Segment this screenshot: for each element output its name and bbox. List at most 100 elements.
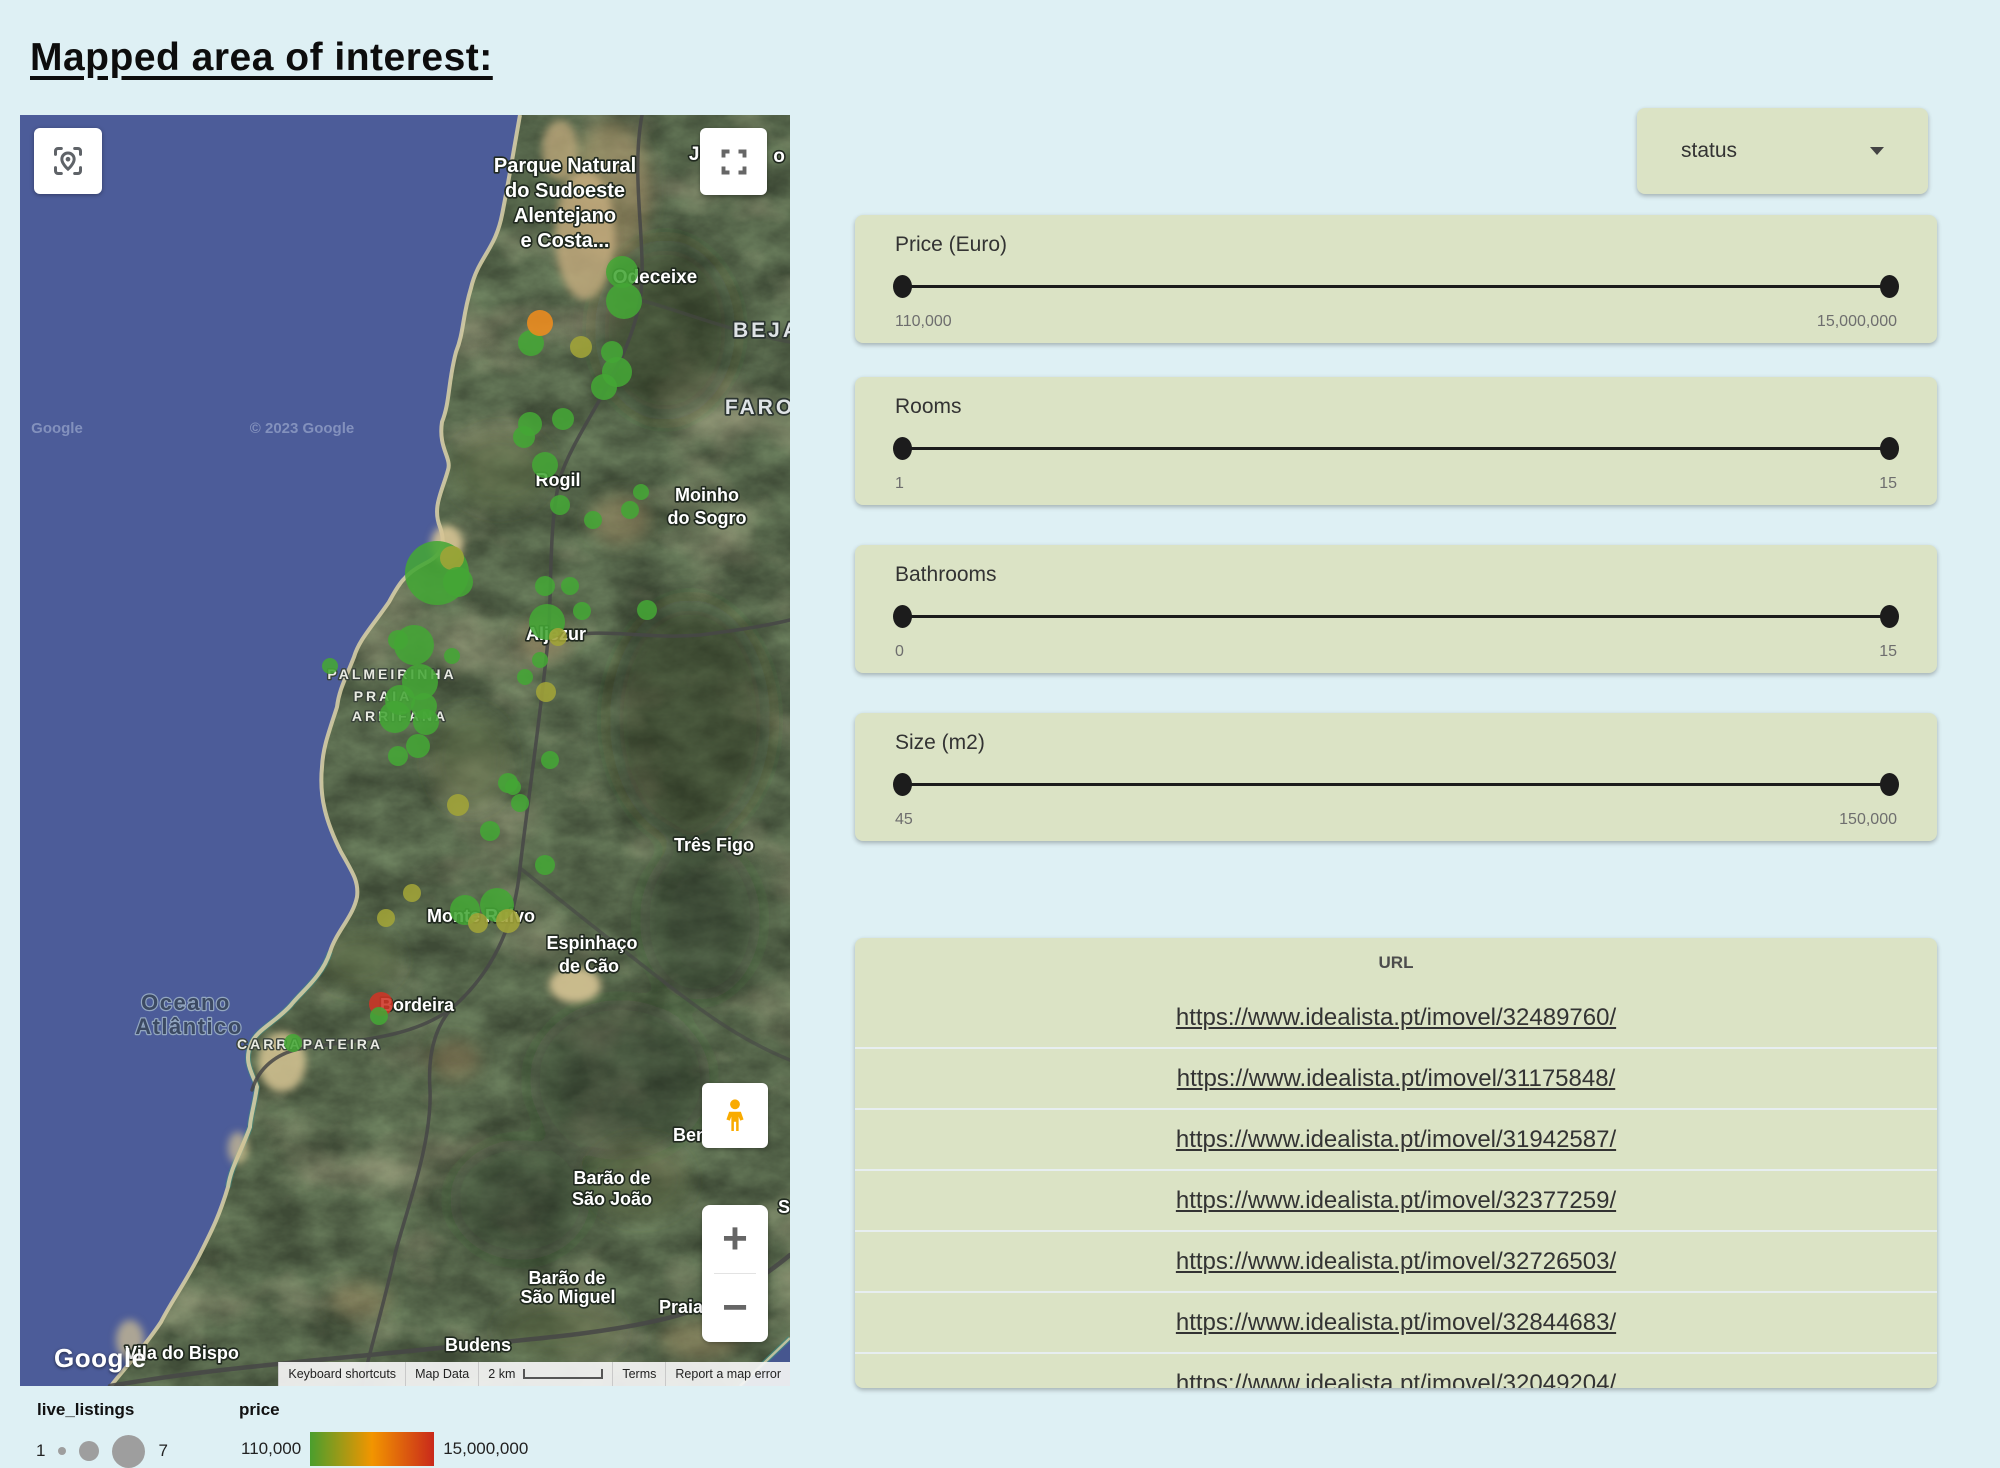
- rooms-slider-min-thumb[interactable]: [893, 437, 912, 460]
- listing-marker[interactable]: [498, 773, 518, 793]
- map-container[interactable]: Parque Naturaldo SudoesteAlentejanoe Cos…: [20, 115, 790, 1386]
- listing-marker[interactable]: [549, 628, 567, 646]
- map-label-carrapateira: CARRAPATEIRA: [237, 1036, 383, 1052]
- url-table-rows: https://www.idealista.pt/imovel/32489760…: [855, 988, 1937, 1388]
- map-label-alentejano: Alentejano: [514, 205, 616, 227]
- listing-marker[interactable]: [443, 567, 473, 597]
- map-label-de-c-o: de Cão: [559, 956, 619, 976]
- listing-marker[interactable]: [535, 576, 555, 596]
- listing-marker[interactable]: [284, 1034, 302, 1052]
- listing-marker[interactable]: [388, 746, 408, 766]
- listing-marker[interactable]: [573, 602, 591, 620]
- size-slider-min-thumb[interactable]: [893, 773, 912, 796]
- listing-marker[interactable]: [388, 630, 408, 650]
- size-slider-track[interactable]: [903, 783, 1889, 786]
- listing-link[interactable]: https://www.idealista.pt/imovel/32726503…: [1176, 1248, 1616, 1276]
- status-dropdown[interactable]: status: [1637, 108, 1928, 194]
- map-label--2023-google: © 2023 Google: [250, 420, 354, 437]
- pegman-button[interactable]: [702, 1083, 768, 1148]
- listing-link[interactable]: https://www.idealista.pt/imovel/32377259…: [1176, 1187, 1616, 1215]
- listing-marker[interactable]: [413, 709, 439, 735]
- listing-link[interactable]: https://www.idealista.pt/imovel/32049204…: [1176, 1370, 1616, 1389]
- listing-marker[interactable]: [444, 648, 460, 664]
- zoom-in-button[interactable]: +: [702, 1205, 768, 1273]
- status-dropdown-label: status: [1681, 139, 1737, 163]
- locate-listings-button[interactable]: [34, 128, 102, 194]
- map-label-espinha-o: Espinhaço: [546, 933, 637, 953]
- listing-marker[interactable]: [517, 669, 533, 685]
- legend-size-row: 1 7: [36, 1432, 168, 1468]
- attribution-terms[interactable]: Terms: [612, 1362, 665, 1386]
- listing-marker[interactable]: [637, 600, 657, 620]
- listing-marker[interactable]: [511, 794, 529, 812]
- map-label-s: S: [778, 1197, 790, 1217]
- rooms-slider-track[interactable]: [903, 447, 1889, 450]
- listing-marker[interactable]: [480, 821, 500, 841]
- listing-marker[interactable]: [552, 408, 574, 430]
- listing-marker[interactable]: [591, 374, 617, 400]
- url-table-card: URL https://www.idealista.pt/imovel/3248…: [855, 938, 1937, 1388]
- google-logo[interactable]: Google: [54, 1343, 147, 1374]
- listing-link[interactable]: https://www.idealista.pt/imovel/32844683…: [1176, 1309, 1616, 1337]
- listing-marker[interactable]: [468, 913, 488, 933]
- listing-marker[interactable]: [621, 501, 639, 519]
- listing-marker[interactable]: [322, 658, 338, 674]
- map-label-bar-o-de: Barão de: [528, 1268, 605, 1288]
- bathrooms-slider-max-thumb[interactable]: [1880, 605, 1899, 628]
- listing-marker[interactable]: [406, 734, 430, 758]
- map-attribution-bar: Keyboard shortcutsMap Data2 kmTermsRepor…: [278, 1362, 790, 1386]
- map-label-oceano: Oceano: [141, 990, 231, 1015]
- listing-link[interactable]: https://www.idealista.pt/imovel/31175848…: [1177, 1065, 1615, 1093]
- size-slider-label: Size (m2): [895, 731, 985, 755]
- bathrooms-slider-track[interactable]: [903, 615, 1889, 618]
- listing-marker[interactable]: [536, 682, 556, 702]
- listing-marker[interactable]: [535, 855, 555, 875]
- listing-marker[interactable]: [440, 546, 464, 570]
- zoom-out-button[interactable]: −: [702, 1274, 768, 1342]
- slider-card-bathrooms: Bathrooms015: [855, 545, 1937, 673]
- attribution-keyboard-shortcuts[interactable]: Keyboard shortcuts: [278, 1362, 405, 1386]
- fullscreen-icon: [716, 144, 752, 180]
- locate-pin-icon: [48, 141, 88, 181]
- listing-marker[interactable]: [584, 511, 602, 529]
- listing-marker[interactable]: [496, 909, 520, 933]
- map-label-beja: BEJA: [733, 319, 790, 342]
- listing-marker[interactable]: [377, 909, 395, 927]
- listing-marker[interactable]: [570, 336, 592, 358]
- table-row: https://www.idealista.pt/imovel/32726503…: [855, 1230, 1937, 1291]
- map-label-s-o-miguel: São Miguel: [520, 1287, 615, 1307]
- listing-marker[interactable]: [379, 701, 411, 733]
- bathrooms-slider-min-value: 0: [895, 643, 904, 661]
- attribution-map-data: Map Data: [405, 1362, 478, 1386]
- map-label-faro: FARO: [725, 396, 790, 419]
- listing-marker[interactable]: [527, 310, 553, 336]
- listing-link[interactable]: https://www.idealista.pt/imovel/32489760…: [1176, 1004, 1616, 1032]
- listing-marker[interactable]: [550, 495, 570, 515]
- listing-marker[interactable]: [532, 452, 558, 478]
- bathrooms-slider-min-thumb[interactable]: [893, 605, 912, 628]
- listing-marker[interactable]: [370, 1007, 388, 1025]
- rooms-slider-max-thumb[interactable]: [1880, 437, 1899, 460]
- listing-marker[interactable]: [403, 884, 421, 902]
- map-canvas[interactable]: Parque Naturaldo SudoesteAlentejanoe Cos…: [20, 115, 790, 1386]
- map-label-parque-natural: Parque Natural: [494, 155, 636, 177]
- price-slider-max-thumb[interactable]: [1880, 275, 1899, 298]
- map-label-moinho: Moinho: [675, 485, 739, 505]
- price-slider-label: Price (Euro): [895, 233, 1007, 257]
- price-slider-min-thumb[interactable]: [893, 275, 912, 298]
- size-slider-max-thumb[interactable]: [1880, 773, 1899, 796]
- legend-dot-large: [112, 1435, 145, 1468]
- listing-link[interactable]: https://www.idealista.pt/imovel/31942587…: [1176, 1126, 1616, 1154]
- size-slider-min-value: 45: [895, 811, 913, 829]
- fullscreen-button[interactable]: [700, 128, 767, 195]
- listing-marker[interactable]: [532, 652, 548, 668]
- listing-marker[interactable]: [561, 577, 579, 595]
- listing-marker[interactable]: [541, 751, 559, 769]
- listing-marker[interactable]: [447, 794, 469, 816]
- listing-marker[interactable]: [633, 484, 649, 500]
- app: Mapped area of interest:: [0, 0, 2000, 1468]
- attribution-report-a-map-error[interactable]: Report a map error: [665, 1362, 790, 1386]
- listing-marker[interactable]: [606, 283, 642, 319]
- price-slider-track[interactable]: [903, 285, 1889, 288]
- listing-marker[interactable]: [513, 426, 535, 448]
